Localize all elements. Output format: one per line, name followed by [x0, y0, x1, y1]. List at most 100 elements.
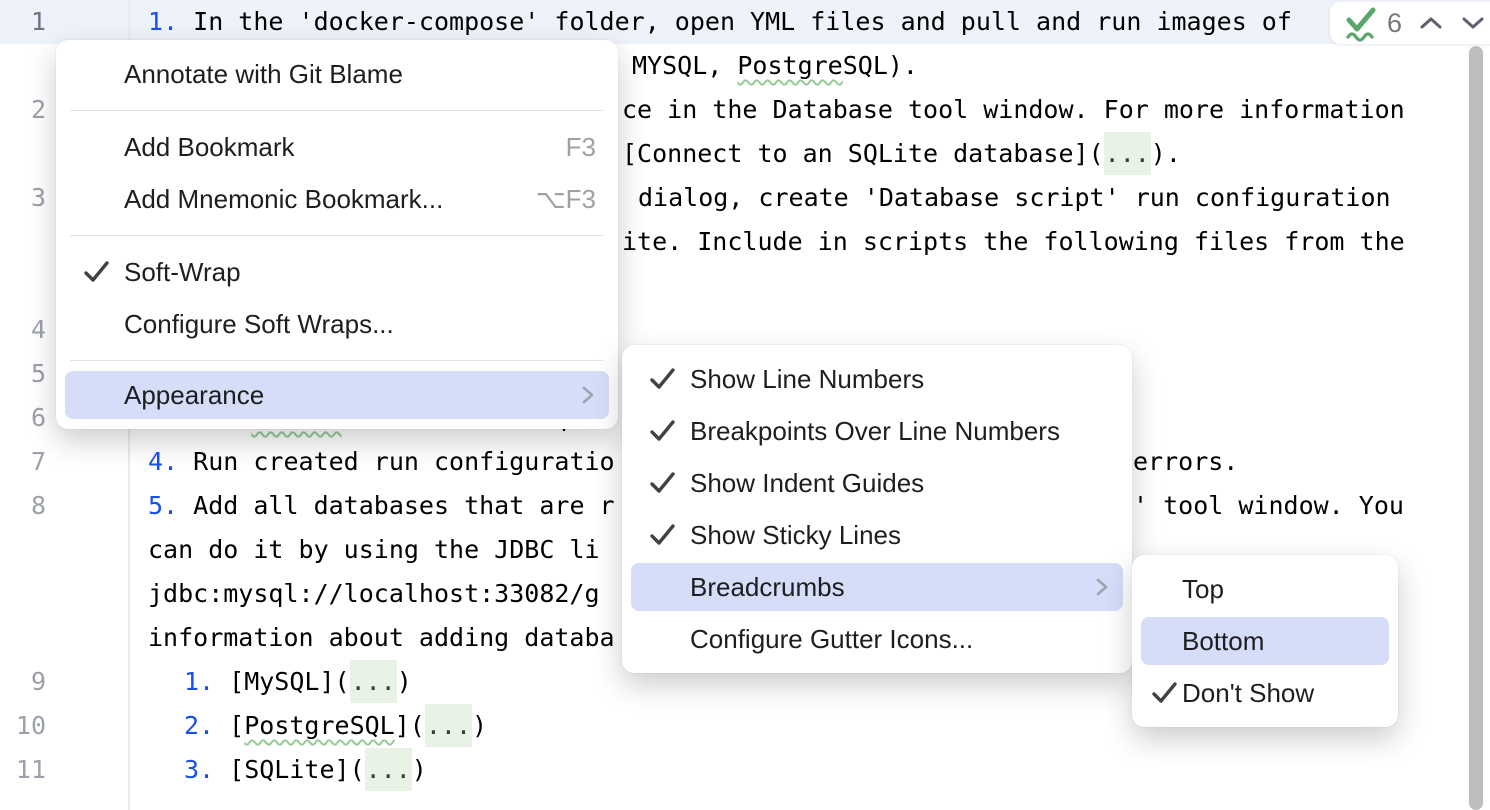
- menu-item-label: Soft-Wrap: [124, 257, 241, 288]
- editor-line[interactable]: ' tool window. You: [1133, 484, 1404, 528]
- editor-line[interactable]: 5. Add all databases that are r: [148, 484, 615, 528]
- line-text: ' tool window. You: [1133, 491, 1404, 520]
- menu-item-label: Show Indent Guides: [690, 468, 924, 499]
- line-text: [Connect to an SQLite database](: [622, 139, 1104, 168]
- menu-separator: [70, 235, 604, 236]
- line-number[interactable]: 5: [0, 352, 46, 396]
- chevron-up-icon[interactable]: [1418, 15, 1444, 31]
- menu-item-soft-wrap[interactable]: Soft-Wrap: [56, 246, 618, 298]
- editor-line[interactable]: 2. [PostgreSQL](...): [184, 704, 487, 748]
- checkmark-icon: [1150, 680, 1178, 706]
- shortcut-label: ⌥F3: [536, 184, 596, 215]
- appearance-submenu: Show Line Numbers Breakpoints Over Line …: [622, 345, 1132, 673]
- line-text: [MySQL](: [229, 667, 349, 696]
- menu-item-label: Don't Show: [1182, 678, 1314, 709]
- menu-item-label: Top: [1182, 574, 1224, 605]
- typo-word: PostgreSQL: [244, 711, 395, 740]
- line-text: ite. Include in scripts the following fi…: [622, 227, 1405, 256]
- vertical-scrollbar-thumb[interactable]: [1469, 46, 1483, 810]
- line-text: ): [412, 755, 427, 784]
- line-number[interactable]: 3: [0, 176, 46, 220]
- list-number: 1.: [184, 667, 229, 696]
- folded-link[interactable]: ...: [1104, 132, 1151, 175]
- menu-item-add-mnemonic-bookmark[interactable]: Add Mnemonic Bookmark... ⌥F3: [56, 173, 618, 225]
- menu-item-label: Add Bookmark: [124, 132, 295, 163]
- line-text: In the 'docker-compose' folder, open YML…: [193, 7, 1292, 36]
- editor-line[interactable]: jdbc:mysql://localhost:33082/g: [148, 572, 600, 616]
- line-text: ce in the Database tool window. For more…: [622, 95, 1405, 124]
- menu-item-breadcrumbs-top[interactable]: Top: [1132, 563, 1398, 615]
- line-text: Add all databases that are r: [193, 491, 614, 520]
- editor-line[interactable]: 4. Run created run configuratio: [148, 440, 615, 484]
- shortcut-label: F3: [566, 132, 596, 163]
- list-number: 2.: [184, 711, 229, 740]
- editor-line[interactable]: dialog, create 'Database script' run con…: [638, 176, 1391, 220]
- line-text: can do it by using the JDBC li: [148, 535, 600, 564]
- editor-line[interactable]: 3. [SQLite](...): [184, 748, 427, 792]
- menu-item-show-line-numbers[interactable]: Show Line Numbers: [622, 353, 1132, 405]
- checkmark-icon: [82, 259, 110, 285]
- problem-count: 6: [1387, 8, 1402, 39]
- menu-item-label: Show Sticky Lines: [690, 520, 901, 551]
- line-number[interactable]: 9: [0, 660, 46, 704]
- menu-item-label: Breakpoints Over Line Numbers: [690, 416, 1060, 447]
- editor-line[interactable]: MYSQL, PostgreSQL).: [632, 44, 918, 88]
- typo-word: Postgre: [737, 51, 842, 80]
- list-number: 1.: [148, 7, 193, 36]
- line-number[interactable]: 10: [0, 704, 46, 748]
- menu-item-breadcrumbs[interactable]: Breadcrumbs: [631, 563, 1123, 611]
- menu-item-show-indent-guides[interactable]: Show Indent Guides: [622, 457, 1132, 509]
- submenu-arrow-icon: [1094, 574, 1110, 600]
- chevron-down-icon[interactable]: [1460, 15, 1486, 31]
- editor-surface[interactable]: 1 2 3 4 5 6 7 8 9 10 11 1. In the 'docke…: [0, 0, 1490, 810]
- line-number[interactable]: 6: [0, 396, 46, 440]
- line-number[interactable]: 1: [0, 0, 46, 44]
- menu-item-show-sticky-lines[interactable]: Show Sticky Lines: [622, 509, 1132, 561]
- menu-item-configure-gutter-icons[interactable]: Configure Gutter Icons...: [622, 613, 1132, 665]
- editor-line[interactable]: 1. In the 'docker-compose' folder, open …: [148, 0, 1292, 44]
- editor-line[interactable]: can do it by using the JDBC li: [148, 528, 600, 572]
- line-text: ): [472, 711, 487, 740]
- menu-item-configure-soft-wraps[interactable]: Configure Soft Wraps...: [56, 298, 618, 350]
- editor-line[interactable]: ce in the Database tool window. For more…: [622, 88, 1405, 132]
- menu-item-annotate-git-blame[interactable]: Annotate with Git Blame: [56, 48, 618, 100]
- menu-separator: [70, 360, 604, 361]
- menu-item-label: Annotate with Git Blame: [124, 59, 403, 90]
- menu-item-breakpoints-over-line-numbers[interactable]: Breakpoints Over Line Numbers: [622, 405, 1132, 457]
- menu-item-label: Bottom: [1182, 626, 1264, 657]
- line-text: ](: [395, 711, 425, 740]
- line-text: MYSQL,: [632, 51, 737, 80]
- list-number: 4.: [148, 447, 193, 476]
- editor-line[interactable]: [Connect to an SQLite database](...).: [622, 132, 1181, 176]
- menu-item-breadcrumbs-dont-show[interactable]: Don't Show: [1132, 667, 1398, 719]
- menu-item-label: Configure Soft Wraps...: [124, 309, 394, 340]
- menu-item-label: Add Mnemonic Bookmark...: [124, 184, 443, 215]
- folded-link[interactable]: ...: [350, 660, 397, 703]
- menu-separator: [70, 110, 604, 111]
- typo-check-icon[interactable]: [1344, 4, 1378, 42]
- editor-line[interactable]: 1. [MySQL](...): [184, 660, 412, 704]
- line-text: dialog, create 'Database script' run con…: [638, 183, 1391, 212]
- menu-item-breadcrumbs-bottom[interactable]: Bottom: [1141, 617, 1389, 665]
- list-number: 5.: [148, 491, 193, 520]
- folded-link[interactable]: ...: [365, 748, 412, 791]
- editor-line[interactable]: errors.: [1133, 440, 1238, 484]
- line-text: Run created run configuratio: [193, 447, 614, 476]
- line-number[interactable]: 8: [0, 484, 46, 528]
- checkmark-icon: [648, 470, 676, 496]
- line-text: ): [397, 667, 412, 696]
- line-number[interactable]: 2: [0, 88, 46, 132]
- menu-item-label: Appearance: [124, 380, 264, 411]
- inspections-widget[interactable]: 6: [1330, 2, 1490, 44]
- submenu-arrow-icon: [580, 382, 596, 408]
- line-text: information about adding databa: [148, 623, 615, 652]
- menu-item-add-bookmark[interactable]: Add Bookmark F3: [56, 121, 618, 173]
- editor-line[interactable]: ite. Include in scripts the following fi…: [622, 220, 1405, 264]
- line-number[interactable]: 4: [0, 308, 46, 352]
- editor-line[interactable]: information about adding databa: [148, 616, 615, 660]
- breadcrumbs-submenu: Top Bottom Don't Show: [1132, 555, 1398, 727]
- folded-link[interactable]: ...: [425, 704, 472, 747]
- menu-item-appearance[interactable]: Appearance: [65, 371, 609, 419]
- line-number[interactable]: 11: [0, 748, 46, 792]
- line-number[interactable]: 7: [0, 440, 46, 484]
